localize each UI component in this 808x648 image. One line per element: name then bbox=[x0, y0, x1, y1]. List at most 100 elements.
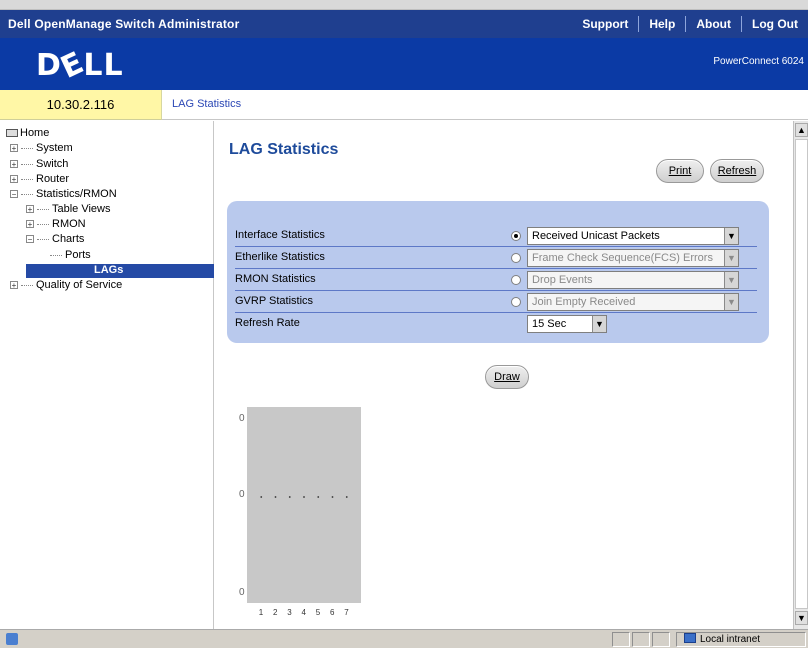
chevron-down-icon[interactable]: ▼ bbox=[724, 294, 738, 310]
x-tick-label: 4 bbox=[302, 608, 307, 617]
scroll-up-icon[interactable]: ▲ bbox=[795, 123, 808, 137]
chevron-down-icon[interactable]: ▼ bbox=[724, 272, 738, 288]
statistics-selection-panel: Interface Statistics Received Unicast Pa… bbox=[227, 201, 769, 343]
data-point bbox=[303, 496, 305, 498]
home-icon bbox=[6, 129, 18, 138]
row-rmon-statistics: RMON Statistics Drop Events ▼ bbox=[235, 269, 757, 291]
page-icon bbox=[6, 633, 18, 645]
radio-selected-dot bbox=[514, 234, 518, 238]
tree-item-qos[interactable]: + Quality of Service bbox=[10, 279, 122, 291]
tree-line bbox=[50, 254, 62, 256]
intranet-icon bbox=[684, 633, 696, 643]
refresh-button[interactable]: Refresh bbox=[710, 159, 764, 183]
tree-item-table-views[interactable]: + Table Views bbox=[26, 203, 111, 215]
status-panel bbox=[612, 632, 630, 647]
tree-item-rmon[interactable]: + RMON bbox=[26, 218, 86, 230]
data-point bbox=[260, 496, 263, 498]
tree-label-ports: Ports bbox=[65, 249, 91, 261]
status-bar: Local intranet bbox=[0, 629, 808, 648]
tree-item-charts[interactable]: − Charts bbox=[26, 233, 84, 245]
tree-line bbox=[37, 223, 49, 225]
gvrp-statistics-select[interactable]: Join Empty Received ▼ bbox=[527, 293, 739, 311]
rmon-statistics-radio[interactable] bbox=[511, 275, 521, 285]
tree-label-home: Home bbox=[20, 127, 50, 139]
row-etherlike-statistics: Etherlike Statistics Frame Check Sequenc… bbox=[235, 247, 757, 269]
dell-logo: DELL bbox=[36, 45, 124, 86]
interface-statistics-radio[interactable] bbox=[511, 231, 521, 241]
expand-icon[interactable]: + bbox=[26, 220, 34, 229]
logout-link[interactable]: Log Out bbox=[742, 15, 808, 33]
tree-line bbox=[21, 193, 33, 195]
draw-button[interactable]: Draw bbox=[485, 365, 529, 389]
expand-icon[interactable]: + bbox=[10, 281, 18, 290]
tree-item-switch[interactable]: + Switch bbox=[10, 158, 68, 170]
data-point bbox=[317, 496, 320, 498]
x-tick-label: 1 bbox=[259, 608, 264, 617]
refresh-rate-label: Refresh Rate bbox=[235, 317, 300, 329]
tree-label-table-views: Table Views bbox=[52, 203, 111, 215]
expand-icon[interactable]: + bbox=[10, 160, 18, 169]
refresh-rate-value: 15 Sec bbox=[532, 318, 567, 330]
x-tick-label: 5 bbox=[316, 608, 321, 617]
tree-item-system[interactable]: + System bbox=[10, 142, 73, 154]
rmon-statistics-select[interactable]: Drop Events ▼ bbox=[527, 271, 739, 289]
x-tick-label: 7 bbox=[344, 608, 349, 617]
tree-line bbox=[37, 208, 49, 210]
tree-item-router[interactable]: + Router bbox=[10, 173, 69, 185]
tree-label-charts: Charts bbox=[52, 233, 85, 245]
top-links: Support Help About Log Out bbox=[572, 10, 808, 38]
refresh-rate-select[interactable]: 15 Sec ▼ bbox=[527, 315, 607, 333]
expand-icon[interactable]: + bbox=[10, 175, 18, 184]
collapse-icon[interactable]: − bbox=[26, 235, 34, 244]
scrollbar-thumb[interactable] bbox=[795, 139, 808, 609]
nav-tree-panel: Home + System + Switch + Router − Statistics… bbox=[0, 121, 214, 629]
tree-line bbox=[21, 178, 33, 180]
etherlike-statistics-value: Frame Check Sequence(FCS) Errors bbox=[532, 252, 713, 264]
data-point bbox=[345, 496, 348, 498]
chart-plot-area bbox=[247, 407, 361, 603]
scroll-down-icon[interactable]: ▼ bbox=[795, 611, 808, 625]
about-link[interactable]: About bbox=[686, 15, 741, 33]
support-link[interactable]: Support bbox=[572, 15, 638, 33]
help-link[interactable]: Help bbox=[639, 15, 685, 33]
page-title: LAG Statistics bbox=[229, 141, 339, 158]
status-panel bbox=[652, 632, 670, 647]
collapse-icon[interactable]: − bbox=[10, 190, 18, 199]
chevron-down-icon[interactable]: ▼ bbox=[592, 316, 606, 332]
gvrp-statistics-radio[interactable] bbox=[511, 297, 521, 307]
tree-item-statistics-rmon[interactable]: − Statistics/RMON bbox=[10, 188, 117, 200]
dell-banner: DELL PowerConnect 6024 bbox=[0, 38, 808, 90]
etherlike-statistics-label: Etherlike Statistics bbox=[235, 251, 325, 263]
tree-item-lags[interactable]: LAGs bbox=[26, 264, 216, 278]
data-point bbox=[288, 496, 291, 498]
x-tick-label: 2 bbox=[273, 608, 278, 617]
tree-item-home[interactable]: Home bbox=[6, 127, 49, 139]
browser-window: Dell OpenManage Switch Administrator Sup… bbox=[0, 0, 808, 648]
chevron-down-icon[interactable]: ▼ bbox=[724, 250, 738, 266]
status-panel bbox=[632, 632, 650, 647]
interface-statistics-select[interactable]: Received Unicast Packets ▼ bbox=[527, 227, 739, 245]
tree-label-statistics: Statistics/RMON bbox=[36, 188, 117, 200]
app-title: Dell OpenManage Switch Administrator bbox=[8, 17, 240, 31]
tree-label-rmon: RMON bbox=[52, 218, 86, 230]
expand-icon[interactable]: + bbox=[10, 144, 18, 153]
etherlike-statistics-radio[interactable] bbox=[511, 253, 521, 263]
security-zone-label: Local intranet bbox=[700, 634, 761, 645]
y-tick-label: 0 bbox=[239, 587, 245, 598]
main-content: LAG Statistics Print Refresh Interface S… bbox=[215, 121, 793, 629]
statistics-form: Interface Statistics Received Unicast Pa… bbox=[235, 225, 757, 335]
y-tick-label: 0 bbox=[239, 413, 245, 424]
y-tick-label: 0 bbox=[239, 489, 245, 500]
expand-icon[interactable]: + bbox=[26, 205, 34, 214]
print-button[interactable]: Print bbox=[656, 159, 704, 183]
rmon-statistics-label: RMON Statistics bbox=[235, 273, 316, 285]
vertical-scrollbar[interactable]: ▲ ▼ bbox=[793, 121, 808, 629]
tree-line bbox=[21, 284, 33, 286]
etherlike-statistics-select[interactable]: Frame Check Sequence(FCS) Errors ▼ bbox=[527, 249, 739, 267]
chevron-down-icon[interactable]: ▼ bbox=[724, 228, 738, 244]
lag-chart: 0 0 0 123 4567 bbox=[229, 407, 369, 619]
tree-label-router: Router bbox=[36, 173, 70, 185]
row-interface-statistics: Interface Statistics Received Unicast Pa… bbox=[235, 225, 757, 247]
tree-item-ports[interactable]: Ports bbox=[50, 249, 91, 261]
interface-statistics-value: Received Unicast Packets bbox=[532, 230, 660, 242]
